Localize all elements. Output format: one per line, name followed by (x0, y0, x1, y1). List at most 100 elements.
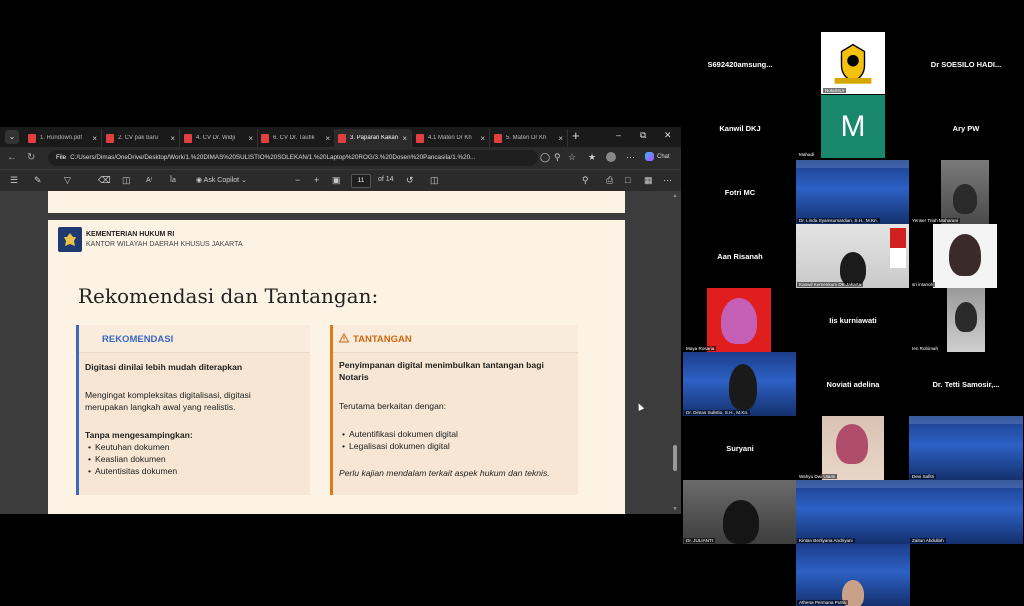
print-icon[interactable]: ⎙ (606, 175, 613, 186)
close-tab-icon[interactable]: × (248, 134, 253, 143)
erase-icon[interactable]: ⌫ (98, 175, 111, 186)
participant-video-tile[interactable]: Athena Permana Putra (796, 544, 910, 606)
tab-rundown[interactable]: 1. Rundown.pdf × (24, 129, 102, 147)
participant-label: Kanwil Kemenkum DK Jakarta (797, 282, 864, 287)
close-tab-icon[interactable]: × (325, 134, 330, 143)
participant-video-tile[interactable]: Devi Safitri (909, 416, 1023, 480)
read-aloud-pdf-icon[interactable]: A⁾ (146, 176, 152, 184)
list-item: Autentisitas dokumen (88, 465, 177, 477)
participant-tile[interactable]: Dr SOESILO HADI... (909, 32, 1023, 96)
close-tab-icon[interactable]: × (402, 134, 407, 143)
participant-video-tile[interactable]: Kanwil Kemenkum DK Jakarta (796, 224, 910, 288)
tab-cv-widji[interactable]: 4. CV Dr. Widji × (180, 129, 258, 147)
draw-icon[interactable]: ▽ (64, 175, 71, 186)
participant-video-tile[interactable]: sri intanoh (909, 224, 1023, 288)
read-aloud-icon[interactable]: ◯ (540, 152, 550, 163)
participant-video-tile[interactable]: Kintan Berliyana Andriyani (796, 480, 910, 544)
pdf-icon (261, 133, 269, 143)
person-silhouette (723, 500, 759, 544)
ask-copilot-button[interactable]: ◉ Ask Copilot ⌄ (196, 176, 247, 184)
copilot-icon (645, 152, 654, 161)
participant-tile[interactable]: S692420amsung... (683, 32, 797, 96)
participant-avatar: M (821, 95, 885, 158)
org-name: KEMENTERIAN HUKUM RI (86, 231, 175, 238)
scroll-up-icon[interactable]: ▲ (672, 193, 678, 199)
tab-actions-menu-icon[interactable]: ⌄ (5, 130, 19, 144)
tab-paparan-kakan[interactable]: 3. Paparan Kakan × (334, 129, 412, 147)
pdf-icon (184, 133, 192, 143)
favorites-icon[interactable]: ★ (588, 152, 596, 163)
participant-video-tile[interactable]: Maya Rosaria (683, 288, 797, 352)
vertical-scrollbar[interactable]: ▲ ▼ (672, 191, 678, 514)
participant-video-tile[interactable]: Dr. Dimas Sulistio, S.H., M.Kn. (683, 352, 797, 416)
participant-video-tile[interactable]: Yenser Triah Maharani (909, 160, 1023, 224)
profile-avatar[interactable] (606, 152, 616, 162)
back-icon[interactable]: ← (7, 152, 17, 163)
favorite-star-icon[interactable]: ☆ (568, 152, 576, 163)
participant-tile[interactable]: Fotri MC (683, 160, 797, 224)
participant-video-tile[interactable]: Zaitun Abdullah (909, 480, 1023, 544)
warning-icon (339, 333, 349, 343)
challenge-note: Perlu kajian mendalam terkait aspek huku… (339, 468, 550, 478)
scrollbar-thumb[interactable] (673, 445, 677, 471)
url-field[interactable]: File C:/Users/Dimas/OneDrive/Desktop/Work… (48, 150, 538, 166)
participant-video-tile[interactable]: Dr. Linda Syamsumardian, S.H., M.Kn. (796, 160, 910, 224)
zoom-in-button[interactable]: + (314, 175, 319, 185)
person-silhouette (955, 302, 977, 332)
participant-tile[interactable]: Suryani (683, 416, 797, 480)
page-number-input[interactable]: 11 (351, 174, 371, 188)
university-logo-icon (821, 32, 885, 94)
save-as-icon[interactable]: ▦ (644, 175, 653, 186)
close-tab-icon[interactable]: × (558, 134, 563, 143)
fit-page-icon[interactable]: ▣ (332, 175, 341, 186)
copilot-chat-button[interactable]: Chat (645, 152, 670, 161)
participant-tile[interactable]: Dr. Tetti Samosir,... (909, 352, 1023, 416)
tab-cv-pak-baru[interactable]: 2. CV pak baru × (102, 129, 180, 147)
close-window-icon[interactable]: ✕ (664, 130, 672, 141)
file-scheme-label: File (56, 154, 67, 161)
close-tab-icon[interactable]: × (170, 134, 175, 143)
contents-icon[interactable]: ☰ (10, 175, 18, 186)
tab-materi-kh-1[interactable]: 4.1 Materi Dr Kh × (412, 129, 490, 147)
tab-cv-taufik[interactable]: 6. CV Dr. Taufik × (257, 129, 335, 147)
person-silhouette (840, 252, 866, 286)
scroll-down-icon[interactable]: ▼ (672, 506, 678, 512)
participant-video-tile[interactable]: Ien Rohimah (909, 288, 1023, 352)
pdf-icon (28, 133, 36, 143)
zoom-out-button[interactable]: − (295, 175, 300, 185)
participant-tile[interactable]: Noviati adelina (796, 352, 910, 416)
refresh-icon[interactable]: ↻ (27, 152, 35, 163)
tab-label: 4. CV Dr. Widji (196, 135, 236, 141)
pdf-viewer[interactable]: KEMENTERIAN HUKUM RI KANTOR WILAYAH DAER… (0, 191, 681, 514)
page-view-icon[interactable]: ◫ (430, 175, 439, 186)
zoom-icon[interactable]: ⚲ (554, 152, 561, 163)
search-icon[interactable]: ⚲ (582, 175, 589, 186)
translate-icon[interactable]: أa (170, 176, 176, 184)
participant-name: Dr. Tetti Samosir,... (932, 379, 1000, 389)
participant-tile[interactable]: Ary PW (909, 96, 1023, 160)
pdf-more-icon[interactable]: ⋯ (663, 175, 672, 186)
restore-icon[interactable]: ⧉ (640, 130, 646, 141)
new-tab-icon[interactable]: + (572, 128, 580, 143)
close-tab-icon[interactable]: × (92, 134, 97, 143)
pdf-icon (416, 133, 424, 143)
flag-decoration (890, 228, 906, 268)
rotate-icon[interactable]: ↺ (406, 175, 414, 186)
participant-tile[interactable]: Kanwil DKJ (683, 96, 797, 160)
tab-materi-kh-2[interactable]: 5. Materi Dr Kh × (490, 129, 568, 147)
participant-label: Dr. Linda Syamsumardian, S.H., M.Kn. (797, 218, 880, 223)
text-box-icon[interactable]: ◫ (122, 175, 131, 186)
participant-tile[interactable]: Aan Risanah (683, 224, 797, 288)
more-options-icon[interactable]: ⋯ (626, 152, 635, 163)
highlight-icon[interactable]: ✎ (34, 175, 42, 186)
tab-label: 6. CV Dr. Taufik (273, 135, 315, 141)
participant-video-tile[interactable]: Wahyu Dwi Utami (796, 416, 910, 480)
minimize-icon[interactable]: – (616, 130, 621, 140)
participant-label: Zaitun Abdullah (910, 538, 946, 543)
save-icon[interactable]: □ (625, 175, 630, 185)
participant-tile[interactable]: Iis kurniawati (796, 288, 910, 352)
close-tab-icon[interactable]: × (480, 134, 485, 143)
participant-name: Noviati adelina (826, 379, 880, 389)
participant-video-tile[interactable]: Dr. JULIANTI (683, 480, 797, 544)
challenge-heading-line1: Penyimpanan digital menimbulkan tantanga… (339, 360, 544, 370)
